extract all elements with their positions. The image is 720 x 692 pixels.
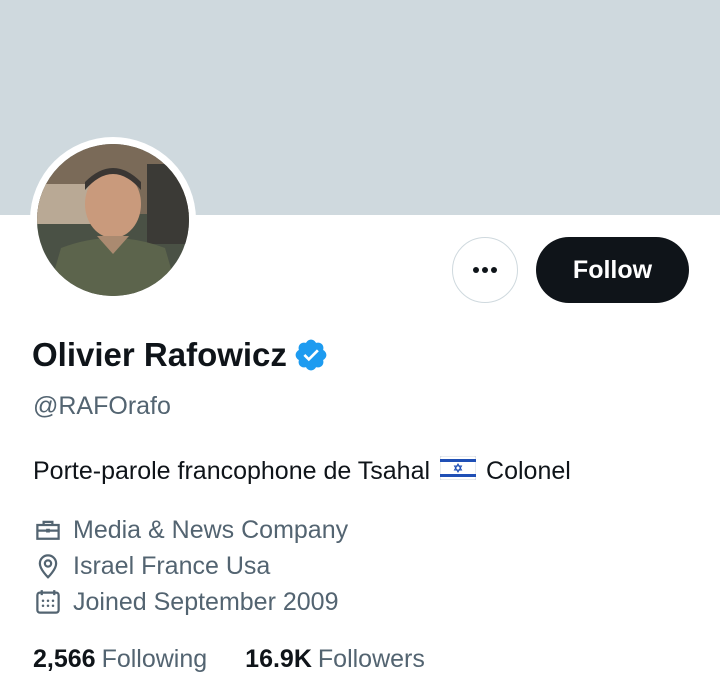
follow-button[interactable]: Follow bbox=[536, 237, 689, 303]
briefcase-icon bbox=[36, 520, 60, 540]
meta-joined: Joined September 2009 bbox=[33, 587, 338, 617]
category-text: Media & News Company bbox=[73, 515, 349, 544]
profile-name: Olivier Rafowicz bbox=[32, 336, 287, 373]
followers-link[interactable]: 16.9K Followers bbox=[245, 645, 425, 674]
following-count: 2,566 bbox=[33, 645, 96, 673]
followers-count: 16.9K bbox=[245, 645, 312, 673]
calendar-icon bbox=[36, 590, 60, 614]
followers-label: Followers bbox=[317, 645, 425, 673]
follow-stats: 2,566 Following 16.9K Followers bbox=[33, 645, 425, 674]
joined-text: Joined September 2009 bbox=[73, 587, 339, 616]
verified-badge-icon[interactable] bbox=[293, 337, 329, 373]
following-label: Following bbox=[101, 645, 208, 673]
location-pin-icon bbox=[38, 554, 58, 579]
more-dots-icon bbox=[473, 267, 497, 273]
more-options-button[interactable] bbox=[452, 237, 518, 303]
israel-flag-icon bbox=[439, 455, 477, 487]
meta-location: Israel France Usa bbox=[33, 551, 270, 581]
bio-text: Porte-parole francophone de Tsahal bbox=[33, 457, 431, 485]
bio-suffix: Colonel bbox=[486, 457, 571, 485]
profile-bio: Porte-parole francophone de Tsahal Colon… bbox=[33, 455, 571, 487]
profile-name-row: Olivier Rafowicz bbox=[32, 336, 329, 374]
avatar[interactable] bbox=[30, 137, 196, 303]
meta-category: Media & News Company bbox=[33, 515, 348, 545]
avatar-photo bbox=[37, 144, 189, 296]
profile-handle: @RAFOrafo bbox=[33, 392, 171, 420]
location-text: Israel France Usa bbox=[73, 551, 271, 580]
following-link[interactable]: 2,566 Following bbox=[33, 645, 207, 674]
